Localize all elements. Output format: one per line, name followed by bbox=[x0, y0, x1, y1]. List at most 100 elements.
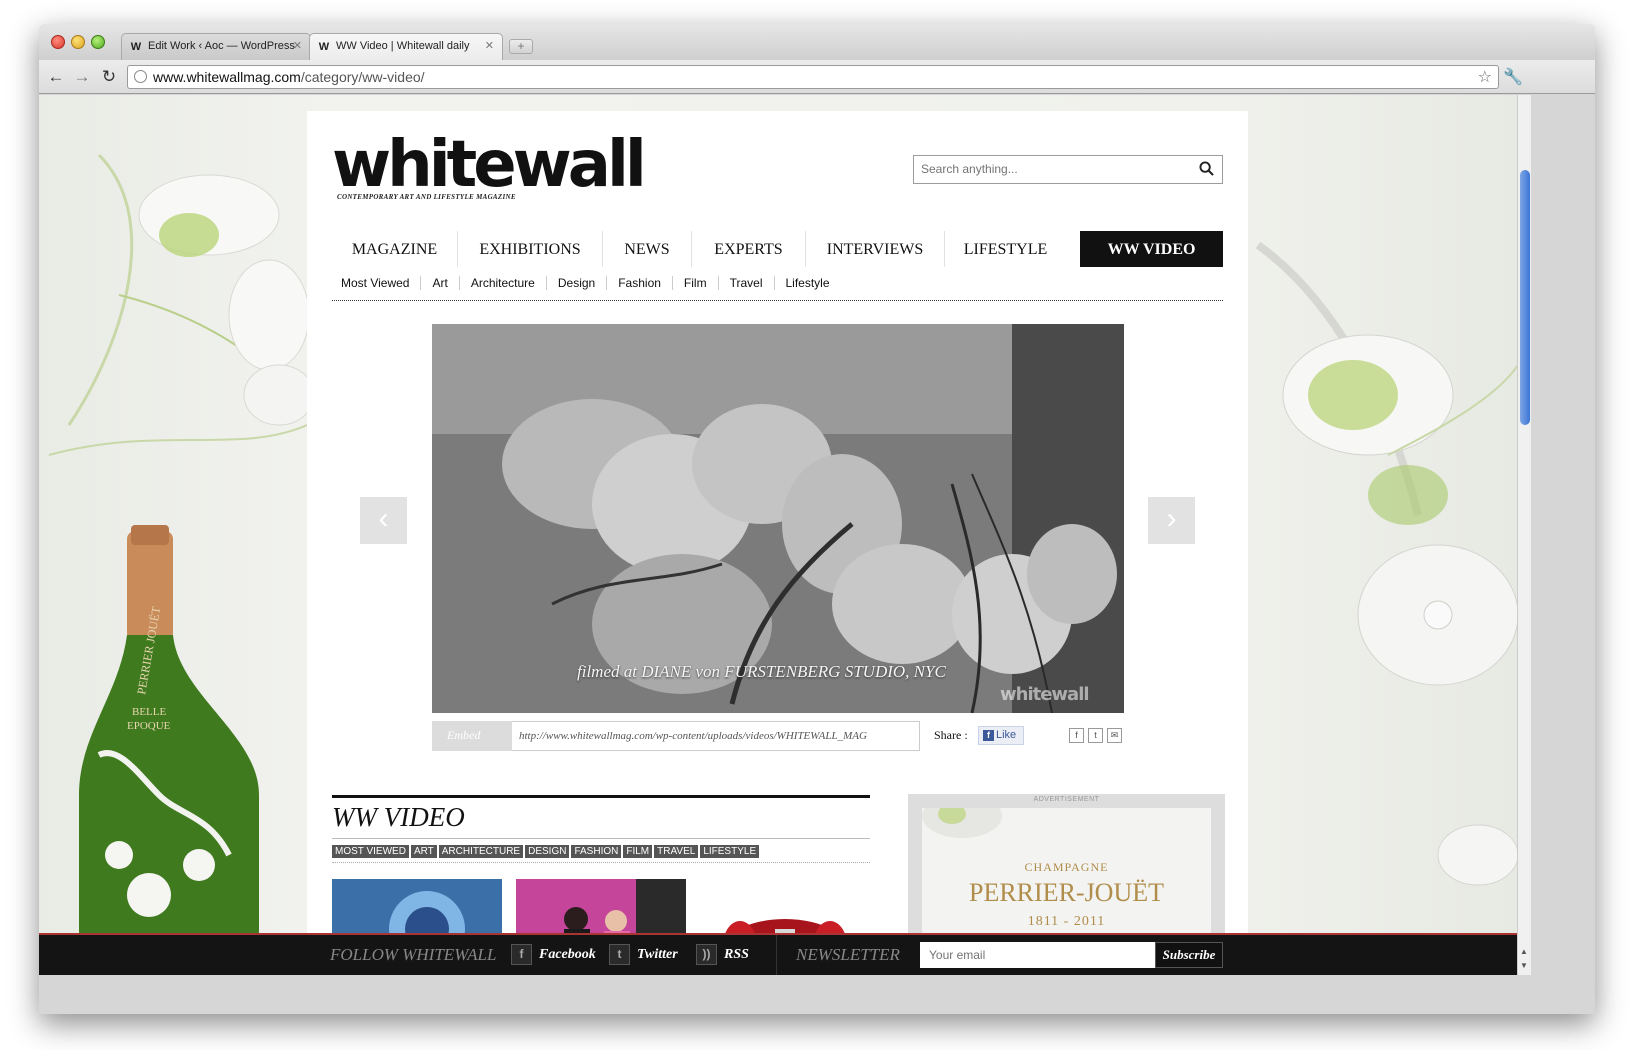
section-divider bbox=[332, 838, 870, 839]
globe-icon bbox=[134, 70, 147, 83]
facebook-link[interactable]: f Facebook bbox=[511, 944, 596, 965]
section-rule bbox=[332, 795, 870, 798]
ad-brand-text: PERRIER-JOUËT bbox=[969, 878, 1164, 907]
tag-design[interactable]: DESIGN bbox=[525, 845, 570, 858]
background-flowers bbox=[1255, 241, 1517, 886]
embed-row: Embed http://www.whitewallmag.com/wp-con… bbox=[432, 721, 932, 751]
search-input[interactable] bbox=[914, 156, 1184, 182]
browser-toolbar: ← → ↻ www.whitewallmag.com/category/ww-v… bbox=[39, 60, 1595, 94]
tag-film[interactable]: FILM bbox=[623, 845, 653, 858]
tab-wordpress[interactable]: W Edit Work ‹ Aoc — WordPress ✕ bbox=[121, 33, 311, 60]
subnav-fashion[interactable]: Fashion bbox=[607, 276, 673, 290]
subnav-design[interactable]: Design bbox=[547, 276, 608, 290]
close-tab-icon[interactable]: ✕ bbox=[293, 39, 302, 52]
tab-strip: W Edit Work ‹ Aoc — WordPress ✕ W WW Vid… bbox=[39, 24, 1595, 60]
subnav-travel[interactable]: Travel bbox=[719, 276, 775, 290]
nav-lifestyle[interactable]: LIFESTYLE bbox=[945, 231, 1066, 267]
nav-interviews[interactable]: INTERVIEWS bbox=[806, 231, 945, 267]
site-search bbox=[913, 155, 1223, 184]
scroll-down-arrow-icon[interactable]: ▼ bbox=[1520, 961, 1528, 970]
tab-ww-video[interactable]: W WW Video | Whitewall daily ✕ bbox=[309, 33, 503, 60]
minimize-window-button[interactable] bbox=[71, 35, 85, 49]
video-player[interactable]: filmed at DIANE von FURSTENBERG STUDIO, … bbox=[432, 324, 1124, 713]
tag-lifestyle[interactable]: LIFESTYLE bbox=[700, 845, 760, 858]
share-label: Share : bbox=[934, 728, 968, 742]
subnav-most-viewed[interactable]: Most Viewed bbox=[332, 276, 422, 290]
video-frame-orchids bbox=[432, 324, 1124, 713]
rss-link[interactable]: )) RSS bbox=[696, 944, 749, 965]
twitter-share-icon[interactable]: t bbox=[1088, 728, 1103, 743]
tag-architecture[interactable]: ARCHITECTURE bbox=[438, 845, 524, 858]
video-caption: filmed at DIANE von FURSTENBERG STUDIO, … bbox=[577, 662, 946, 681]
scrollbar-thumb[interactable] bbox=[1520, 170, 1530, 425]
footer-separator bbox=[776, 935, 777, 975]
subnav-architecture[interactable]: Architecture bbox=[460, 276, 547, 290]
subscribe-button[interactable]: Subscribe bbox=[1155, 942, 1223, 968]
nav-ww-video[interactable]: WW VIDEO bbox=[1080, 231, 1223, 267]
tag-most-viewed[interactable]: MOST VIEWED bbox=[332, 845, 409, 858]
background-bottle-flowers: PERRIER JOUËT BELLE EPOQUE bbox=[48, 153, 307, 975]
url-host: www.whitewallmag.com bbox=[153, 69, 301, 85]
embed-label: Embed bbox=[432, 721, 512, 751]
svg-text:BELLE: BELLE bbox=[132, 706, 166, 718]
next-slide-button[interactable]: › bbox=[1148, 497, 1195, 544]
section-dotted-divider bbox=[332, 862, 870, 863]
nav-exhibitions[interactable]: EXHIBITIONS bbox=[458, 231, 603, 267]
vertical-scrollbar[interactable]: ▲ ▼ bbox=[1517, 95, 1531, 975]
like-label: Like bbox=[996, 729, 1017, 741]
facebook-like-button[interactable]: f Like bbox=[978, 726, 1024, 745]
subnav-film[interactable]: Film bbox=[673, 276, 719, 290]
twitter-link[interactable]: t Twitter bbox=[609, 944, 678, 965]
desktop: W Edit Work ‹ Aoc — WordPress ✕ W WW Vid… bbox=[0, 0, 1633, 1050]
section-title: WW VIDEO bbox=[332, 802, 465, 832]
advertisement-label: ADVERTISEMENT bbox=[1033, 796, 1100, 803]
new-tab-button[interactable]: + bbox=[509, 39, 533, 54]
twitter-icon: t bbox=[609, 944, 630, 965]
facebook-share-icon[interactable]: f bbox=[1069, 728, 1084, 743]
newsletter-email-field[interactable] bbox=[920, 942, 1155, 968]
previous-slide-button[interactable]: ‹ bbox=[360, 497, 407, 544]
close-window-button[interactable] bbox=[51, 35, 65, 49]
browser-window: W Edit Work ‹ Aoc — WordPress ✕ W WW Vid… bbox=[39, 24, 1595, 1014]
close-tab-icon[interactable]: ✕ bbox=[485, 39, 494, 52]
tag-art[interactable]: ART bbox=[410, 845, 437, 858]
zoom-window-button[interactable] bbox=[91, 35, 105, 49]
email-share-icon[interactable]: ✉ bbox=[1107, 728, 1122, 743]
rss-icon: )) bbox=[696, 944, 717, 965]
nav-magazine[interactable]: MAGAZINE bbox=[332, 231, 458, 267]
facebook-label: Facebook bbox=[539, 946, 596, 962]
video-watermark: whitewall bbox=[1000, 684, 1090, 705]
subnav-art[interactable]: Art bbox=[421, 276, 460, 290]
page-viewport: PERRIER JOUËT BELLE EPOQUE whitewall CON… bbox=[39, 95, 1517, 975]
nav-news[interactable]: NEWS bbox=[603, 231, 692, 267]
facebook-icon: f bbox=[511, 944, 532, 965]
tag-travel[interactable]: TRAVEL bbox=[654, 845, 699, 858]
section-tags: MOST VIEWED ART ARCHITECTURE DESIGN FASH… bbox=[332, 845, 760, 858]
subnav-lifestyle[interactable]: Lifestyle bbox=[775, 276, 841, 290]
sub-nav: Most Viewed Art Architecture Design Fash… bbox=[332, 275, 1223, 301]
back-arrow-icon[interactable]: ← bbox=[45, 66, 67, 88]
wrench-icon[interactable]: 🔧 bbox=[1503, 67, 1523, 87]
site-tagline: CONTEMPORARY ART AND LIFESTYLE MAGAZINE bbox=[337, 193, 516, 201]
ad-years-text: 1811 - 2011 bbox=[1027, 914, 1106, 929]
facebook-icon: f bbox=[983, 730, 994, 741]
follow-label: FOLLOW WHITEWALL bbox=[330, 945, 497, 964]
twitter-label: Twitter bbox=[637, 946, 678, 962]
ad-flower-decoration bbox=[922, 808, 1002, 838]
tab-title: WW Video | Whitewall daily bbox=[336, 40, 470, 52]
site-logo[interactable]: whitewall bbox=[332, 133, 647, 197]
search-icon[interactable] bbox=[1199, 161, 1214, 176]
rss-label: RSS bbox=[724, 946, 749, 962]
svg-text:EPOQUE: EPOQUE bbox=[127, 720, 171, 732]
wordpress-favicon-icon: W bbox=[130, 41, 142, 53]
forward-arrow-icon[interactable]: → bbox=[71, 66, 93, 88]
footer-bar: FOLLOW WHITEWALL f Facebook t Twitter ))… bbox=[39, 933, 1517, 975]
bookmark-star-icon[interactable]: ☆ bbox=[1478, 67, 1492, 87]
url-path: /category/ww-video/ bbox=[300, 69, 425, 85]
scroll-up-arrow-icon[interactable]: ▲ bbox=[1520, 947, 1528, 956]
reload-icon[interactable]: ↻ bbox=[98, 66, 120, 88]
embed-code-field[interactable]: http://www.whitewallmag.com/wp-content/u… bbox=[512, 721, 920, 751]
address-bar[interactable]: www.whitewallmag.com/category/ww-video/ … bbox=[127, 65, 1499, 89]
tag-fashion[interactable]: FASHION bbox=[571, 845, 622, 858]
nav-experts[interactable]: EXPERTS bbox=[692, 231, 806, 267]
